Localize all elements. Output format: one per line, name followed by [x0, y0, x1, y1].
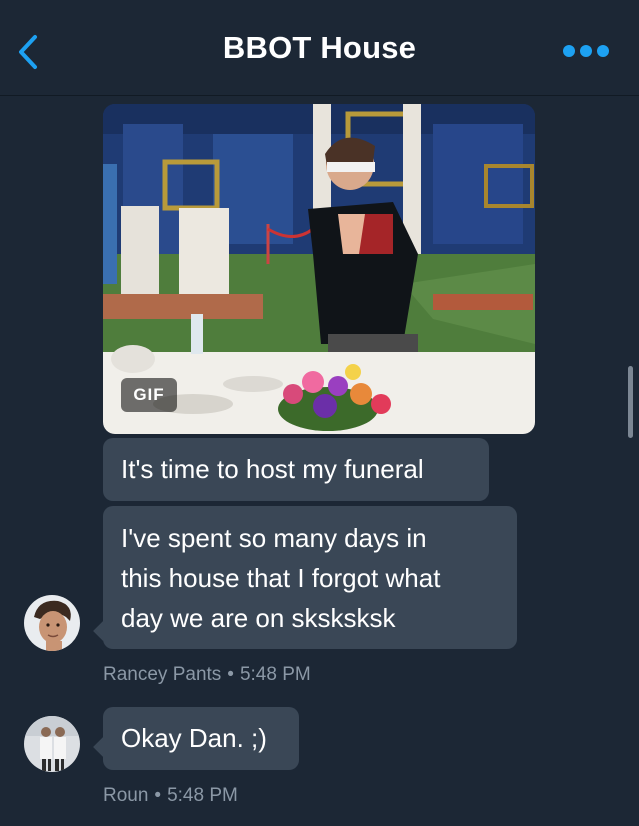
avatar[interactable]	[24, 716, 80, 772]
avatar-image	[24, 716, 80, 772]
sender-name: Roun	[103, 785, 149, 806]
timestamp: 5:48 PM	[167, 785, 238, 806]
message-meta: Roun • 5:48 PM	[103, 785, 238, 807]
meta-separator: •	[227, 664, 234, 685]
gif-badge: GIF	[121, 378, 177, 412]
conversation-header: BBOT House	[0, 0, 639, 96]
avatar[interactable]	[24, 595, 80, 651]
avatar-image	[24, 595, 80, 651]
gif-message[interactable]: GIF	[103, 104, 535, 434]
message-bubble[interactable]: I've spent so many days in this house th…	[103, 506, 517, 649]
message-meta: Rancey Pants • 5:48 PM	[103, 664, 311, 686]
timestamp: 5:48 PM	[239, 664, 311, 685]
sender-name: Rancey Pants	[103, 664, 222, 685]
more-options-button[interactable]	[563, 40, 609, 62]
meta-separator: •	[154, 785, 162, 806]
scrollbar[interactable]	[628, 366, 633, 438]
message-bubble[interactable]: Okay Dan. ;)	[103, 707, 299, 770]
conversation-title: BBOT House	[222, 30, 417, 65]
more-dots-icon	[563, 45, 575, 57]
message-bubble[interactable]: It's time to host my funeral	[103, 438, 489, 501]
